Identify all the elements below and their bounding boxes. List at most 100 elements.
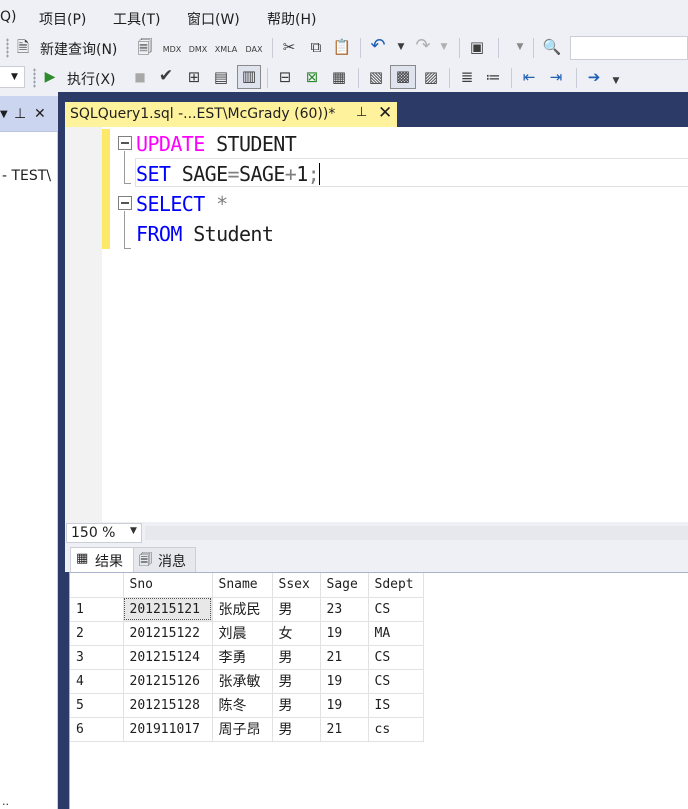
row-number[interactable]: 1 <box>70 597 124 622</box>
redo-icon[interactable]: ↷ <box>412 36 434 56</box>
horizontal-scrollbar[interactable] <box>145 526 688 540</box>
tab-results[interactable]: ▦ 结果 <box>70 547 134 572</box>
cell-sage[interactable]: 19 <box>320 669 369 694</box>
specify-template-values-icon[interactable]: ➔ <box>583 67 605 87</box>
results-to-file-icon[interactable]: ▨ <box>420 67 442 87</box>
query-options-icon[interactable]: ▤ <box>210 67 232 87</box>
cell-sname[interactable]: 陈冬 <box>212 693 273 718</box>
include-actual-plan-icon[interactable]: ⊟ <box>274 67 296 87</box>
column-header-sage[interactable]: Sage <box>320 573 369 598</box>
row-number[interactable]: 4 <box>70 669 124 694</box>
row-number[interactable]: 2 <box>70 621 124 646</box>
cell-sage[interactable]: 21 <box>320 645 369 670</box>
cut-icon[interactable]: ✂ <box>278 37 300 57</box>
cell-sname[interactable]: 张承敏 <box>212 669 273 694</box>
dax-query-button[interactable]: DAX <box>242 35 266 65</box>
cell-sno[interactable]: 201215128 <box>123 693 213 718</box>
cell-sno[interactable]: 201911017 <box>123 717 213 742</box>
table-row[interactable]: 3 201215124 李勇 男 21 CS <box>70 645 424 670</box>
column-header-sno[interactable]: Sno <box>123 573 213 598</box>
cell-sdept[interactable]: CS <box>368 669 424 694</box>
toolbar-grip[interactable] <box>33 68 36 88</box>
dmx-query-button[interactable]: DMX <box>186 35 210 65</box>
solution-config-dropdown-icon[interactable]: ▼ <box>514 37 526 57</box>
cell-sdept[interactable]: cs <box>368 717 424 742</box>
cell-sage[interactable]: 23 <box>320 597 369 622</box>
cell-ssex[interactable]: 女 <box>272 621 321 646</box>
row-number[interactable]: 5 <box>70 693 124 718</box>
cell-sdept[interactable]: CS <box>368 645 424 670</box>
column-header-ssex[interactable]: Ssex <box>272 573 321 598</box>
server-node[interactable]: - TEST\ <box>2 168 58 184</box>
results-to-text-icon[interactable]: ▧ <box>365 67 387 87</box>
column-header-sname[interactable]: Sname <box>212 573 273 598</box>
row-number[interactable]: 3 <box>70 645 124 670</box>
panel-dropdown-icon[interactable]: ▼ <box>0 109 8 120</box>
cell-sdept[interactable]: MA <box>368 621 424 646</box>
table-row[interactable]: 5 201215128 陈冬 男 19 IS <box>70 693 424 718</box>
sql-editor[interactable]: UPDATE STUDENT SET SAGE=SAGE+1; SELECT *… <box>65 127 688 522</box>
zoom-select[interactable]: 150 % ▼ <box>66 523 142 543</box>
cell-sname[interactable]: 李勇 <box>212 645 273 670</box>
menu-window[interactable]: 窗口(W) <box>187 9 240 29</box>
toolbar-grip[interactable] <box>6 38 9 58</box>
cell-sage[interactable]: 19 <box>320 693 369 718</box>
cell-sdept[interactable]: CS <box>368 597 424 622</box>
table-row[interactable]: 6 201911017 周子昂 男 21 cs <box>70 717 424 742</box>
tab-sqlquery1[interactable]: SQLQuery1.sql -...EST\McGrady (60))* ⊥ ✕ <box>65 102 397 127</box>
cell-ssex[interactable]: 男 <box>272 597 321 622</box>
cell-ssex[interactable]: 男 <box>272 717 321 742</box>
menu-project[interactable]: 项目(P) <box>39 9 86 29</box>
find-in-files-icon[interactable]: 🔍 <box>541 37 563 57</box>
paste-icon[interactable]: 📋 <box>331 37 353 57</box>
tab-messages[interactable]: 🗐 消息 <box>134 547 196 572</box>
results-grid[interactable]: Sno Sname Ssex Sage Sdept 1 201215121 张成… <box>69 572 688 809</box>
cell-ssex[interactable]: 男 <box>272 669 321 694</box>
live-query-stats-icon[interactable]: ⊠ <box>301 67 323 87</box>
new-query-button[interactable]: 新建查询(N) <box>40 39 117 59</box>
cell-sname[interactable]: 周子昂 <box>212 717 273 742</box>
collapse-icon[interactable] <box>118 196 132 210</box>
cell-sdept[interactable]: IS <box>368 693 424 718</box>
cell-sno[interactable]: 201215126 <box>123 669 213 694</box>
undo-icon[interactable]: ↶ <box>367 36 389 56</box>
cell-sage[interactable]: 21 <box>320 717 369 742</box>
column-header-sdept[interactable]: Sdept <box>368 573 424 598</box>
decrease-indent-icon[interactable]: ⇤ <box>518 67 540 87</box>
close-icon[interactable]: ✕ <box>378 103 392 123</box>
close-icon[interactable]: ✕ <box>34 106 46 122</box>
table-row[interactable]: 1 201215121 张成民 男 23 CS <box>70 597 424 622</box>
tree-node-partial[interactable]: ·· <box>2 798 9 809</box>
table-row[interactable]: 2 201215122 刘晨 女 19 MA <box>70 621 424 646</box>
activity-monitor-icon[interactable]: ▣ <box>466 37 488 57</box>
undo-dropdown-icon[interactable]: ▼ <box>395 37 407 57</box>
cell-sage[interactable]: 19 <box>320 621 369 646</box>
cell-sname[interactable]: 刘晨 <box>212 621 273 646</box>
menu-query[interactable]: Q) <box>0 9 16 25</box>
cell-sno[interactable]: 201215122 <box>123 621 213 646</box>
intellisense-icon[interactable]: ▥ <box>237 65 261 89</box>
search-input[interactable] <box>570 36 688 60</box>
execute-button[interactable]: 执行(X) <box>67 69 116 89</box>
toolbar-overflow-icon[interactable]: ▼ <box>610 71 622 91</box>
cell-ssex[interactable]: 男 <box>272 645 321 670</box>
parse-checkmark-icon[interactable]: ✔ <box>156 66 176 86</box>
display-estimated-plan-icon[interactable]: ⊞ <box>183 67 205 87</box>
database-query-icon[interactable]: 🗐 <box>134 37 156 57</box>
cell-sno[interactable]: 201215121 <box>123 597 213 622</box>
increase-indent-icon[interactable]: ⇥ <box>545 67 567 87</box>
comment-lines-icon[interactable]: ≣ <box>456 67 478 87</box>
results-to-grid-icon[interactable]: ▩ <box>390 65 416 89</box>
cell-sno[interactable]: 201215124 <box>123 645 213 670</box>
stop-icon[interactable]: ■ <box>132 67 148 87</box>
xmla-query-button[interactable]: XMLA <box>212 35 240 65</box>
menu-help[interactable]: 帮助(H) <box>267 9 316 29</box>
table-row[interactable]: 4 201215126 张承敏 男 19 CS <box>70 669 424 694</box>
cell-ssex[interactable]: 男 <box>272 693 321 718</box>
row-header-corner[interactable] <box>70 573 124 598</box>
mdx-query-button[interactable]: MDX <box>160 35 184 65</box>
menu-tools[interactable]: 工具(T) <box>113 9 160 29</box>
database-select[interactable]: ▼ <box>0 66 25 88</box>
copy-icon[interactable]: ⧉ <box>305 37 327 57</box>
redo-dropdown-icon[interactable]: ▼ <box>438 37 450 57</box>
